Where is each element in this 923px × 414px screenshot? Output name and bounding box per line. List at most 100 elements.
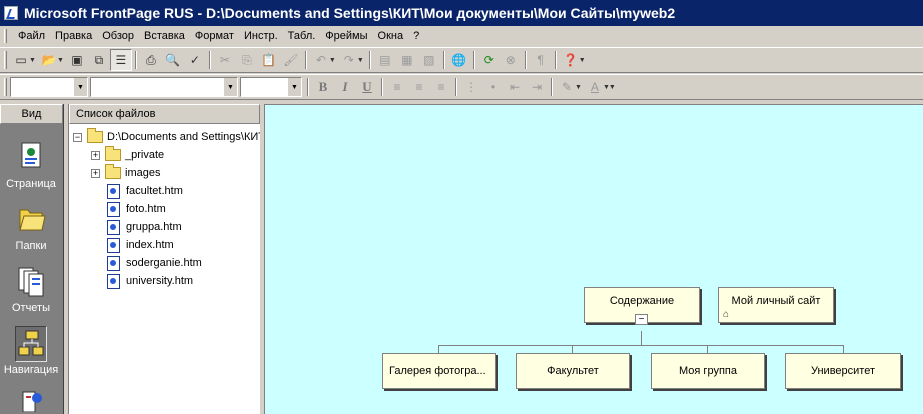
menu-format[interactable]: Формат <box>190 27 239 45</box>
tree-file-label: index.htm <box>126 239 174 251</box>
navigation-canvas[interactable]: Содержание − Мой личный сайт ⌂ Галерея ф… <box>264 104 923 414</box>
menu-insert[interactable]: Вставка <box>139 27 190 45</box>
view-page[interactable]: Страница <box>0 140 62 190</box>
views-bar: Вид Страница Папки Отчеты Навигация <box>0 104 64 414</box>
menu-table[interactable]: Табл. <box>283 27 321 45</box>
print-icon[interactable]: ⎙ <box>140 49 162 71</box>
connector-line <box>438 345 844 346</box>
frontpage-app-icon[interactable] <box>4 6 18 20</box>
folder-list-icon[interactable]: ☰ <box>109 49 132 71</box>
align-center-icon[interactable]: ≡ <box>408 76 430 98</box>
show-all-icon[interactable]: ¶ <box>530 49 552 71</box>
menu-bar: Файл Правка Обзор Вставка Формат Инстр. … <box>0 26 923 46</box>
stop-icon[interactable]: ⊗ <box>500 49 522 71</box>
menu-edit[interactable]: Правка <box>50 27 97 45</box>
nav-node-label: Университет <box>810 365 876 377</box>
collapse-icon[interactable]: − <box>73 132 82 142</box>
publish-icon[interactable]: ⧉ <box>88 49 110 71</box>
tree-file[interactable]: soderganie.htm <box>107 254 202 272</box>
nav-node-label: Факультет <box>547 365 599 377</box>
tree-file[interactable]: index.htm <box>107 236 174 254</box>
format-painter-icon[interactable]: 🖌 <box>280 49 302 71</box>
cut-icon[interactable]: ✂ <box>214 49 236 71</box>
expand-icon[interactable]: + <box>91 168 100 178</box>
collapse-icon[interactable]: − <box>635 314 648 325</box>
views-header: Вид <box>0 104 63 124</box>
toolbar-options-icon[interactable]: ▼ <box>609 84 616 91</box>
chevron-down-icon[interactable]: ▼ <box>287 78 301 96</box>
tree-file-label: university.htm <box>126 275 194 287</box>
preview-icon[interactable]: 🔍 <box>162 49 184 71</box>
menu-window[interactable]: Окна <box>373 27 409 45</box>
view-reports[interactable]: Отчеты <box>0 264 62 314</box>
new-dropdown-icon[interactable]: ▼ <box>29 57 36 64</box>
view-label: Страница <box>6 178 56 190</box>
tree-file[interactable]: gruppa.htm <box>107 218 182 236</box>
nav-node-child[interactable]: Моя группа <box>651 353 765 389</box>
window-title: Microsoft FrontPage RUS - D:\Documents a… <box>24 5 676 21</box>
toolbar-grip-handle[interactable] <box>4 51 7 69</box>
italic-button[interactable]: I <box>334 76 356 98</box>
html-page-icon <box>107 237 120 253</box>
font-size-select[interactable]: ▼ <box>240 77 302 97</box>
align-right-icon[interactable]: ≡ <box>430 76 452 98</box>
refresh-icon[interactable]: ⟳ <box>478 49 500 71</box>
folders-view-icon <box>15 202 47 238</box>
open-dropdown-icon[interactable]: ▼ <box>57 57 64 64</box>
copy-icon[interactable]: ⎘ <box>236 49 258 71</box>
menu-frames[interactable]: Фреймы <box>320 27 372 45</box>
connector-line <box>572 345 573 353</box>
bulleted-list-icon[interactable]: • <box>482 76 504 98</box>
chevron-down-icon[interactable]: ▼ <box>223 78 237 96</box>
style-select[interactable]: ▼ <box>10 77 88 97</box>
tree-file[interactable]: university.htm <box>107 272 193 290</box>
nav-node-child[interactable]: Галерея фотогра... <box>382 353 496 389</box>
chevron-down-icon[interactable]: ▼ <box>73 78 87 96</box>
nav-node-label: Мой личный сайт <box>731 295 821 307</box>
insert-component-icon[interactable]: ▤ <box>374 49 396 71</box>
menu-file[interactable]: Файл <box>13 27 50 45</box>
paste-icon[interactable]: 📋 <box>258 49 280 71</box>
font-select[interactable]: ▼ <box>90 77 238 97</box>
toolbar-separator <box>551 78 553 96</box>
nav-node-child[interactable]: Университет <box>785 353 901 389</box>
view-hyperlinks[interactable] <box>0 388 62 414</box>
spelling-icon[interactable]: ✓ <box>184 49 206 71</box>
underline-button[interactable]: U <box>356 76 378 98</box>
highlight-dropdown-icon[interactable]: ▼ <box>575 84 582 91</box>
html-page-icon <box>107 255 120 271</box>
formatting-toolbar: ▼ ▼ ▼ B I U ≡ ≡ ≡ ⋮ • ⇤ ⇥ ✎ ▼ A ▼ ▼ <box>0 74 923 100</box>
insert-table-icon[interactable]: ▦ <box>396 49 418 71</box>
tree-folder[interactable]: + _private <box>91 146 164 164</box>
hyperlink-icon[interactable]: 🌐 <box>448 49 470 71</box>
toolbar-grip-handle[interactable] <box>4 78 7 96</box>
view-navigation[interactable]: Навигация <box>0 326 62 376</box>
align-left-icon[interactable]: ≡ <box>386 76 408 98</box>
menu-tools[interactable]: Инстр. <box>239 27 283 45</box>
increase-indent-icon[interactable]: ⇥ <box>526 76 548 98</box>
help-dropdown-icon[interactable]: ▼ <box>579 57 586 64</box>
redo-dropdown-icon[interactable]: ▼ <box>357 57 364 64</box>
toolbar-separator <box>208 51 211 69</box>
decrease-indent-icon[interactable]: ⇤ <box>504 76 526 98</box>
menu-help[interactable]: ? <box>408 27 424 45</box>
undo-dropdown-icon[interactable]: ▼ <box>329 57 336 64</box>
bold-button[interactable]: B <box>312 76 334 98</box>
connector-line <box>438 345 439 353</box>
view-folders[interactable]: Папки <box>0 202 62 252</box>
tree-folder[interactable]: + images <box>91 164 160 182</box>
expand-icon[interactable]: + <box>91 150 100 160</box>
tree-file[interactable]: facultet.htm <box>107 182 183 200</box>
tree-file[interactable]: foto.htm <box>107 200 166 218</box>
nav-node-child[interactable]: Факультет <box>516 353 630 389</box>
html-page-icon <box>107 273 120 289</box>
nav-node-home[interactable]: Мой личный сайт ⌂ <box>718 287 834 323</box>
tree-root-label: D:\Documents and Settings\КИТ <box>107 131 265 143</box>
save-icon[interactable]: ▣ <box>66 49 88 71</box>
insert-picture-icon[interactable]: ▨ <box>418 49 440 71</box>
menubar-grip-handle[interactable] <box>4 29 7 43</box>
nav-node-label: Галерея фотогра... <box>389 365 486 377</box>
numbered-list-icon[interactable]: ⋮ <box>460 76 482 98</box>
menu-view[interactable]: Обзор <box>97 27 139 45</box>
tree-root[interactable]: − D:\Documents and Settings\КИТ <box>73 128 265 146</box>
